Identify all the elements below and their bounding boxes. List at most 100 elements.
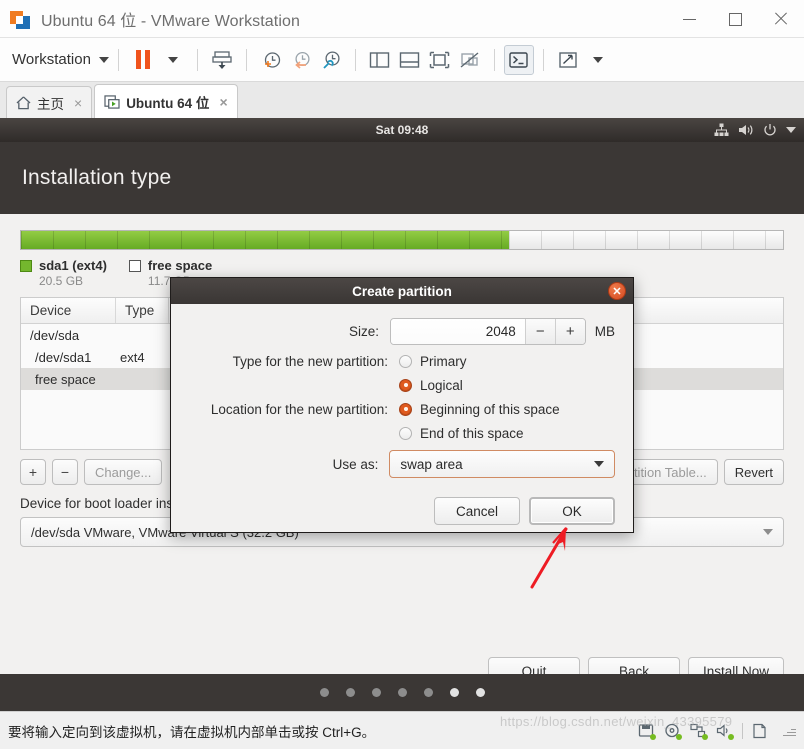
revert-snapshot-button[interactable] — [286, 45, 316, 75]
size-increment-button[interactable]: + — [554, 319, 585, 344]
size-decrement-button[interactable]: − — [524, 319, 555, 344]
dialog-body: Size: 2048 − + MB Type for the new parti… — [171, 304, 633, 478]
chevron-down-icon[interactable] — [786, 127, 796, 133]
radio-primary[interactable]: Primary — [399, 354, 467, 369]
slideshow-dot[interactable] — [475, 688, 485, 697]
network-adapter-icon[interactable] — [690, 723, 708, 740]
toolbar-separator — [245, 48, 247, 71]
use-as-value: swap area — [400, 456, 463, 472]
radio-end-of-space[interactable]: End of this space — [399, 426, 524, 441]
snapshot-revert-icon — [295, 51, 310, 69]
legend-swatch-white — [128, 259, 141, 272]
remove-partition-button[interactable]: − — [52, 459, 78, 485]
page-title: Installation type — [0, 142, 804, 214]
add-partition-button[interactable]: + — [20, 459, 46, 485]
slideshow-dot[interactable] — [397, 688, 407, 697]
stretch-guest-button[interactable] — [553, 45, 583, 75]
slideshow-dot[interactable] — [319, 688, 329, 697]
size-row: Size: 2048 − + MB — [189, 318, 615, 345]
location-row-2: End of this space — [189, 426, 615, 441]
full-screen-button[interactable] — [425, 45, 455, 75]
unity-mode-button[interactable] — [455, 45, 485, 75]
manage-snapshots-button[interactable] — [316, 45, 346, 75]
size-input[interactable]: 2048 — [390, 319, 525, 344]
pause-icon — [135, 50, 150, 69]
pause-dropdown[interactable] — [158, 45, 188, 75]
toolbar-separator — [542, 48, 544, 71]
status-separator — [742, 722, 743, 739]
window-controls — [666, 0, 804, 38]
toolbar-separator — [196, 48, 198, 71]
size-label: Size: — [348, 324, 379, 339]
column-header-device[interactable]: Device — [21, 298, 116, 323]
home-icon — [16, 95, 31, 109]
cell-type: ext4 — [120, 349, 145, 365]
vmware-workstation-window: Ubuntu 64 位 - VMware Workstation Worksta… — [0, 0, 804, 749]
resize-grip[interactable] — [782, 724, 796, 738]
stretch-dropdown[interactable] — [583, 45, 613, 75]
pause-button[interactable] — [128, 45, 158, 75]
send-ctrl-alt-del-button[interactable] — [207, 45, 237, 75]
column-header-type[interactable]: Type — [116, 298, 169, 323]
radio-end-label: End of this space — [420, 426, 524, 441]
volume-icon[interactable] — [738, 123, 754, 137]
radio-primary-label: Primary — [420, 354, 467, 369]
radio-logical[interactable]: Logical — [399, 378, 463, 393]
slideshow-dot[interactable] — [449, 688, 459, 697]
tab-close-icon[interactable]: × — [219, 94, 227, 110]
tab-close-icon[interactable]: × — [74, 95, 82, 111]
radio-selected-icon — [399, 403, 412, 416]
usb-icon[interactable] — [752, 723, 769, 739]
slideshow-dot[interactable] — [371, 688, 381, 697]
ok-button[interactable]: OK — [529, 497, 615, 525]
cd-dvd-icon[interactable] — [664, 723, 682, 740]
library-panel-icon — [370, 51, 390, 68]
use-as-label: Use as: — [332, 456, 379, 472]
legend-size: 20.5 GB — [39, 274, 84, 288]
location-row: Location for the new partition: Beginnin… — [189, 402, 615, 417]
chevron-down-icon — [167, 56, 178, 63]
send-keys-icon — [212, 50, 232, 69]
tab-ubuntu-64[interactable]: Ubuntu 64 位 × — [94, 84, 238, 118]
vm-tab-strip: 主页 × Ubuntu 64 位 × — [0, 82, 804, 118]
use-as-row: Use as: swap area — [189, 450, 615, 478]
close-icon[interactable]: ✕ — [608, 282, 626, 300]
ubuntu-top-panel: Sat 09:48 — [0, 118, 804, 142]
legend-label: free space — [147, 258, 213, 273]
radio-beginning-of-space[interactable]: Beginning of this space — [399, 402, 560, 417]
disk-segment-used — [21, 231, 509, 249]
maximize-button[interactable] — [712, 0, 758, 38]
show-library-button[interactable] — [365, 45, 395, 75]
size-stepper[interactable]: 2048 − + — [389, 318, 586, 345]
close-button[interactable] — [758, 0, 804, 38]
cancel-button[interactable]: Cancel — [434, 497, 520, 525]
snapshot-add-icon — [264, 51, 281, 68]
take-snapshot-button[interactable] — [256, 45, 286, 75]
change-partition-button[interactable]: Change... — [84, 459, 163, 485]
device-status-icons — [638, 722, 796, 740]
toolbar-separator — [117, 48, 119, 71]
console-view-button[interactable] — [503, 44, 534, 75]
slideshow-dot[interactable] — [423, 688, 433, 697]
type-row-2: Logical — [189, 378, 615, 393]
use-as-select[interactable]: swap area — [389, 450, 615, 478]
system-tray — [714, 118, 796, 142]
power-icon[interactable] — [763, 123, 777, 137]
vm-running-icon — [104, 94, 120, 109]
slideshow-dot[interactable] — [345, 688, 355, 697]
minimize-button[interactable] — [666, 0, 712, 38]
cell-device: free space — [35, 371, 96, 387]
radio-beginning-label: Beginning of this space — [420, 402, 560, 417]
tab-home[interactable]: 主页 × — [6, 86, 93, 118]
type-row: Type for the new partition: Primary — [189, 354, 615, 369]
disk-segment-free — [508, 231, 783, 249]
show-thumbnail-bar-button[interactable] — [395, 45, 425, 75]
hard-disk-icon[interactable] — [638, 723, 656, 740]
radio-icon — [399, 355, 412, 368]
network-icon[interactable] — [714, 123, 729, 137]
sound-card-icon[interactable] — [716, 723, 734, 740]
status-message: 要将输入定向到该虚拟机，请在虚拟机内部单击或按 Ctrl+G。 — [8, 724, 376, 740]
revert-button[interactable]: Revert — [723, 459, 784, 485]
workstation-menu-button[interactable]: Workstation — [12, 51, 109, 68]
disk-usage-bar — [20, 230, 784, 250]
